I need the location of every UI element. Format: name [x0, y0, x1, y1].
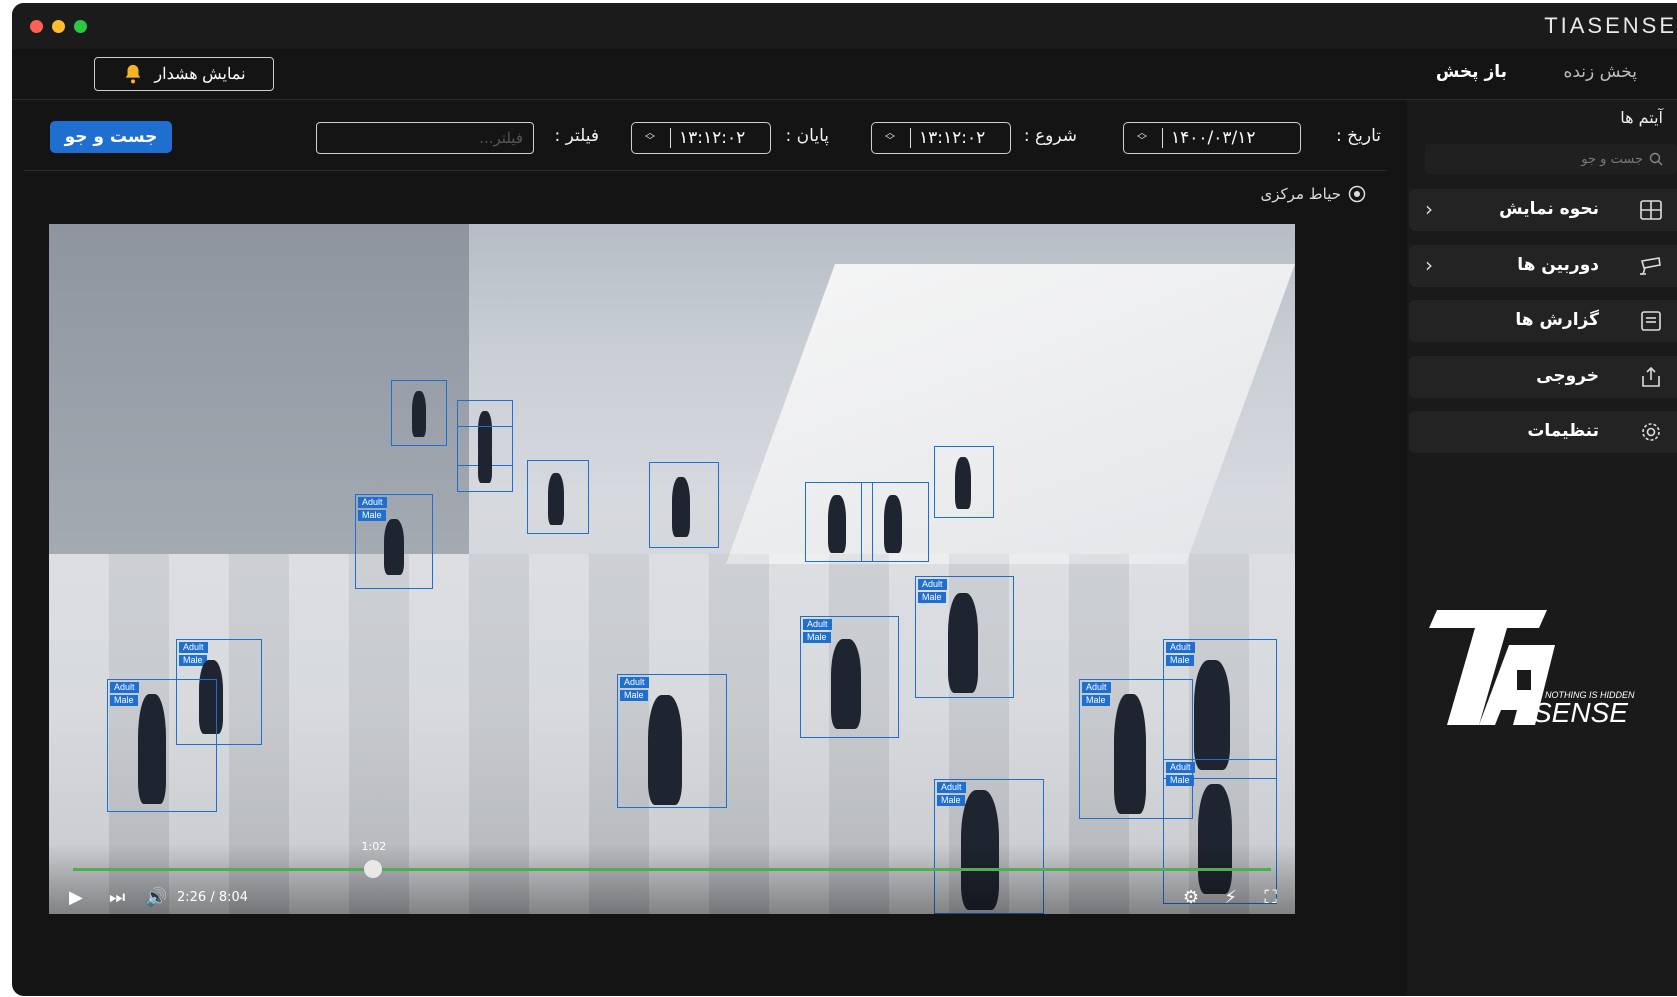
gender-tag: Male — [110, 695, 138, 706]
gender-tag: Male — [803, 632, 831, 643]
sidebar-item-display-mode[interactable]: نحوه نمایش ‹ — [1409, 189, 1677, 231]
export-icon — [1642, 366, 1660, 387]
detection-box[interactable]: Adult Male — [915, 576, 1014, 698]
tab-playback[interactable]: باز پخش — [1436, 62, 1507, 82]
search-icon — [1649, 152, 1663, 166]
gender-tag: Male — [918, 592, 946, 603]
sidebar-item-label: نحوه نمایش — [1499, 199, 1599, 219]
filter-bar: تاریخ : ︿ ﹀ ۱۴۰۰/۰۳/۱۲ شروع : ︿ ﹀ ۱۳:۱۲:۰۲… — [24, 100, 1387, 171]
age-tag: Adult — [1166, 762, 1195, 773]
bell-icon — [126, 64, 141, 84]
age-tag: Adult — [620, 677, 649, 688]
detection-box[interactable]: Adult Male — [107, 679, 217, 812]
stepper-arrows-icon[interactable]: ︿ ﹀ — [878, 129, 902, 147]
detection-box[interactable] — [861, 482, 929, 562]
chevron-icon: ‹ — [1425, 253, 1433, 277]
gender-tag: Male — [1166, 655, 1194, 666]
age-tag: Adult — [358, 497, 387, 508]
age-tag: Adult — [1082, 682, 1111, 693]
show-alerts-label: نمایش هشدار — [154, 66, 246, 83]
timecode: 2:26 / 8:04 — [177, 890, 249, 905]
progress-knob[interactable] — [363, 860, 382, 878]
date-stepper[interactable]: ︿ ﹀ ۱۴۰۰/۰۳/۱۲ — [1123, 122, 1301, 154]
sidebar-item-label: گزارش ها — [1515, 310, 1599, 330]
tiasense-logo: NOTHING IS HIDDEN SENSE — [1429, 610, 1635, 725]
gender-tag: Male — [1082, 695, 1110, 706]
start-time-value: ۱۳:۱۲:۰۲ — [919, 128, 986, 148]
detection-box[interactable] — [934, 446, 994, 518]
gear-icon — [1642, 423, 1660, 441]
sidebar-title: آیتم ها — [1620, 108, 1663, 127]
chevron-icon: ‹ — [1425, 197, 1433, 221]
sidebar-item-reports[interactable]: گزارش ها — [1409, 300, 1677, 342]
detection-box[interactable] — [457, 426, 513, 492]
camera-icon — [1348, 185, 1366, 203]
gender-tag: Male — [1166, 775, 1194, 786]
title-bar: TIASENSE — [12, 3, 1677, 49]
camera-name: حیاط مرکزی — [1260, 185, 1341, 203]
detection-box[interactable]: Adult Male — [355, 494, 433, 589]
app-window: TIASENSE نمایش هشدار پخش زنده باز پخش تا… — [12, 3, 1677, 996]
volume-button[interactable]: 🔊 — [145, 887, 167, 908]
filter-input[interactable] — [316, 122, 534, 154]
sidebar-search[interactable]: جست و جو — [1425, 144, 1677, 174]
sidebar-item-label: دوربین ها — [1517, 255, 1599, 275]
age-tag: Adult — [918, 579, 947, 590]
fullscreen-button[interactable]: ⛶ — [1264, 887, 1277, 908]
detection-box[interactable]: Adult Male — [617, 674, 727, 808]
sidebar: آیتم ها جست و جو نحوه نمایش ‹ دوربین ها … — [1407, 100, 1677, 996]
top-bar: نمایش هشدار پخش زنده باز پخش — [12, 49, 1677, 100]
age-tag: Adult — [1166, 642, 1195, 653]
sidebar-item-export[interactable]: خروجی — [1409, 356, 1677, 398]
detection-box[interactable]: Adult Male — [1163, 639, 1277, 779]
stepper-arrows-icon[interactable]: ︿ ﹀ — [1130, 129, 1154, 147]
close-window-button[interactable] — [30, 20, 43, 33]
stepper-arrows-icon[interactable]: ︿ ﹀ — [638, 129, 662, 147]
progress-bar[interactable] — [73, 868, 1271, 871]
gender-tag: Male — [358, 510, 386, 521]
gender-tag: Male — [937, 795, 965, 806]
detection-box[interactable] — [527, 460, 589, 534]
detection-box[interactable]: Adult Male — [800, 616, 899, 738]
sidebar-search-placeholder: جست و جو — [1581, 151, 1643, 167]
video-player[interactable]: Adult Male Adult Male Adult Male Adult M… — [49, 224, 1295, 914]
player-controls: 1:02 ▶ ⏭ 🔊 2:26 / 8:04 ⚙ ⚡ ⛶ — [49, 840, 1295, 914]
search-button[interactable]: جست و جو — [50, 121, 172, 153]
sidebar-item-label: خروجی — [1536, 366, 1599, 386]
end-time-value: ۱۳:۱۲:۰۲ — [679, 128, 746, 148]
age-tag: Adult — [937, 782, 966, 793]
flash-button[interactable]: ⚡ — [1224, 887, 1237, 908]
age-tag: Adult — [803, 619, 832, 630]
age-tag: Adult — [179, 642, 208, 653]
hover-time: 1:02 — [361, 840, 387, 853]
minimize-window-button[interactable] — [52, 20, 65, 33]
start-label: شروع : — [1023, 126, 1077, 146]
show-alerts-button[interactable]: نمایش هشدار — [94, 57, 274, 91]
cctv-icon — [1640, 257, 1661, 275]
detection-box[interactable] — [649, 462, 719, 548]
end-time-stepper[interactable]: ︿ ﹀ ۱۳:۱۲:۰۲ — [631, 122, 771, 154]
date-label: تاریخ : — [1336, 126, 1381, 146]
gender-tag: Male — [620, 690, 648, 701]
sidebar-item-label: تنظیمات — [1527, 421, 1599, 441]
settings-button[interactable]: ⚙ — [1183, 887, 1199, 908]
zoom-window-button[interactable] — [74, 20, 87, 33]
logo-word: SENSE — [1533, 697, 1628, 725]
camera-label: حیاط مرکزی — [1261, 185, 1367, 203]
grid-icon — [1640, 200, 1662, 220]
start-time-stepper[interactable]: ︿ ﹀ ۱۳:۱۲:۰۲ — [871, 122, 1011, 154]
next-button[interactable]: ⏭ — [109, 887, 125, 908]
sidebar-item-cameras[interactable]: دوربین ها ‹ — [1409, 245, 1677, 287]
end-label: پایان : — [785, 126, 829, 146]
age-tag: Adult — [110, 682, 139, 693]
report-icon — [1641, 311, 1661, 331]
detection-box[interactable] — [391, 380, 447, 446]
app-brand: TIASENSE — [1544, 13, 1677, 38]
date-value: ۱۴۰۰/۰۳/۱۲ — [1171, 128, 1256, 148]
play-button[interactable]: ▶ — [69, 887, 83, 908]
sidebar-item-settings[interactable]: تنظیمات — [1409, 411, 1677, 453]
tab-live[interactable]: پخش زنده — [1563, 62, 1637, 82]
filter-label: فیلتر : — [554, 126, 599, 146]
